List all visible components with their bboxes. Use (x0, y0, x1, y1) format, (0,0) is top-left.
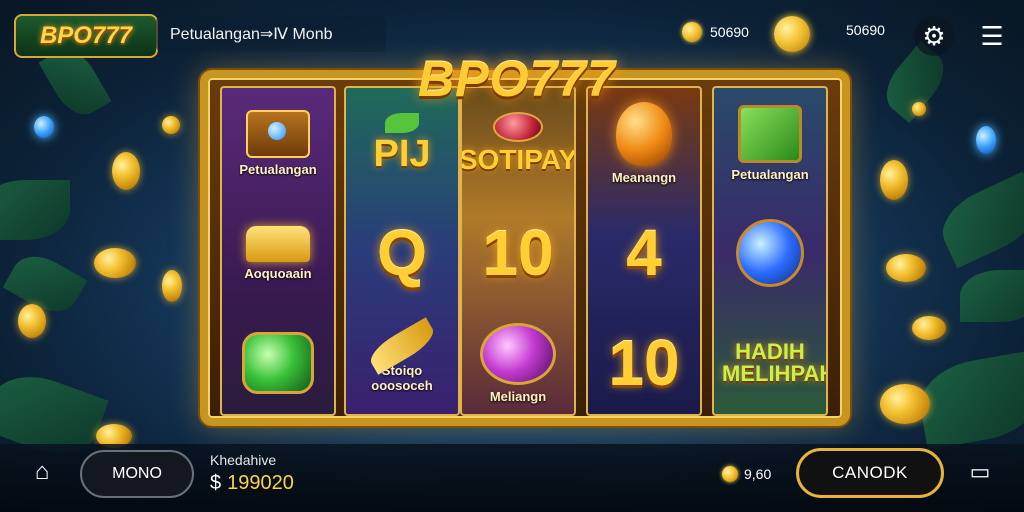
reel-4: Meanangn 4 10 (586, 86, 702, 416)
fullscreen-button[interactable]: ▭ (960, 452, 1000, 492)
coin-icon (682, 22, 702, 42)
game-title-text: Petualangan⇒Ⅳ Monb (170, 26, 333, 43)
jungle-leaf (932, 171, 1024, 269)
gold-coin-icon (94, 248, 136, 278)
reel-cell[interactable]: 4 (588, 198, 700, 308)
brand-logo[interactable]: BPO777 (14, 14, 158, 58)
spin-button[interactable]: CANODK (796, 448, 944, 498)
symbol-label: Aoquoaain (244, 265, 312, 281)
balance-left-value: 50690 (710, 24, 749, 40)
gold-ingot-icon (246, 225, 310, 262)
reel-2: PIJ Q Stoiqo ooosoceh (344, 86, 460, 416)
gold-coin-icon (880, 160, 908, 200)
reel-cell[interactable]: HADIH MELIHPAH (714, 308, 828, 414)
win-label: Khedahive (210, 452, 277, 468)
reel-cell[interactable]: Stoiqo ooosoceh (346, 308, 458, 414)
reel-cell[interactable]: Aoquoaain (222, 198, 334, 308)
coin-shop-icon[interactable] (774, 16, 810, 52)
green-cube-icon (738, 104, 802, 163)
symbol-number: 4 (626, 217, 662, 289)
mode-button-label: MONO (112, 465, 162, 482)
symbol-label: Petualangan (731, 166, 809, 182)
balance-right: 50690 (846, 22, 885, 38)
treasure-chest-icon (246, 109, 310, 158)
purple-gem-icon (480, 322, 556, 385)
symbol-label: Stoiqo ooosoceh (371, 363, 433, 393)
bet-value: 9,60 (744, 466, 772, 482)
symbol-label: Meanangn (611, 169, 677, 185)
reel-cell[interactable]: 10 (588, 308, 700, 414)
jungle-leaf (960, 270, 1024, 322)
symbol-label: Meliangn (489, 388, 547, 404)
reel-cell[interactable] (714, 198, 826, 308)
tv-icon: ▭ (969, 459, 991, 484)
game-logo: BPO777 (384, 46, 650, 112)
red-orb-icon (493, 112, 543, 142)
gold-coin-icon (162, 270, 182, 302)
game-title: Petualangan⇒Ⅳ Monb (156, 16, 386, 52)
currency-symbol: $ (210, 472, 222, 494)
reel-1: Petualangan Aoquoaain (220, 86, 336, 416)
gold-coin-icon (912, 316, 946, 340)
bet-display: 9,60 (722, 466, 771, 482)
reel-cell[interactable]: Petualangan (714, 88, 826, 198)
gold-coin-icon (18, 304, 46, 338)
gear-icon: ⚙ (922, 20, 946, 51)
jungle-leaf (0, 180, 70, 240)
coin-icon (722, 466, 738, 482)
blue-orb-icon (736, 219, 804, 287)
jungle-leaf (913, 350, 1024, 450)
jungle-leaf (2, 245, 88, 323)
hamburger-menu-icon: ☰ (980, 20, 1004, 51)
spin-button-label: CANODK (832, 463, 908, 482)
reel-cell[interactable]: Petualangan (222, 88, 334, 198)
symbol-word: HADIH MELIHPAH (722, 339, 828, 386)
win-amount: $199020 (210, 472, 294, 495)
blue-gem-icon (34, 116, 54, 138)
symbol-letter: Q (377, 217, 427, 289)
reel-cell[interactable] (222, 308, 334, 414)
green-gem-icon (242, 332, 314, 394)
reel-cell[interactable]: Q (346, 198, 458, 308)
gold-coin-icon (162, 116, 180, 134)
balance-left: 50690 (682, 22, 749, 42)
reel-cell[interactable]: 10 (462, 198, 574, 308)
mode-button[interactable]: MONO (80, 450, 194, 498)
symbol-word: SOTIPAY (460, 144, 576, 175)
game-logo-text: BPO777 (418, 51, 616, 107)
symbol-number: 10 (608, 327, 680, 399)
reel-cell[interactable]: Meliangn (462, 308, 574, 414)
settings-button[interactable]: ⚙ (914, 16, 954, 56)
reel-5: Petualangan HADIH MELIHPAH (712, 86, 828, 416)
reel-3: SOTIPAY 10 Meliangn (460, 86, 576, 416)
logo-text: BPO777 (39, 22, 133, 49)
home-button[interactable]: ⌂ (22, 452, 62, 492)
home-arrow-icon: ⌂ (34, 458, 50, 485)
win-amount-value: 199020 (227, 472, 294, 494)
blue-gem-icon (976, 126, 996, 154)
gold-coin-icon (886, 254, 926, 282)
leaf-icon (385, 113, 419, 133)
symbol-word: PIJ (373, 133, 431, 175)
menu-button[interactable]: ☰ (972, 16, 1012, 56)
gold-coin-icon (112, 152, 140, 190)
gold-coin-icon (912, 102, 926, 116)
balance-right-value: 50690 (846, 22, 885, 38)
symbol-label: Petualangan (239, 161, 317, 177)
symbol-number: 10 (482, 217, 554, 289)
gold-coin-icon (880, 384, 930, 424)
